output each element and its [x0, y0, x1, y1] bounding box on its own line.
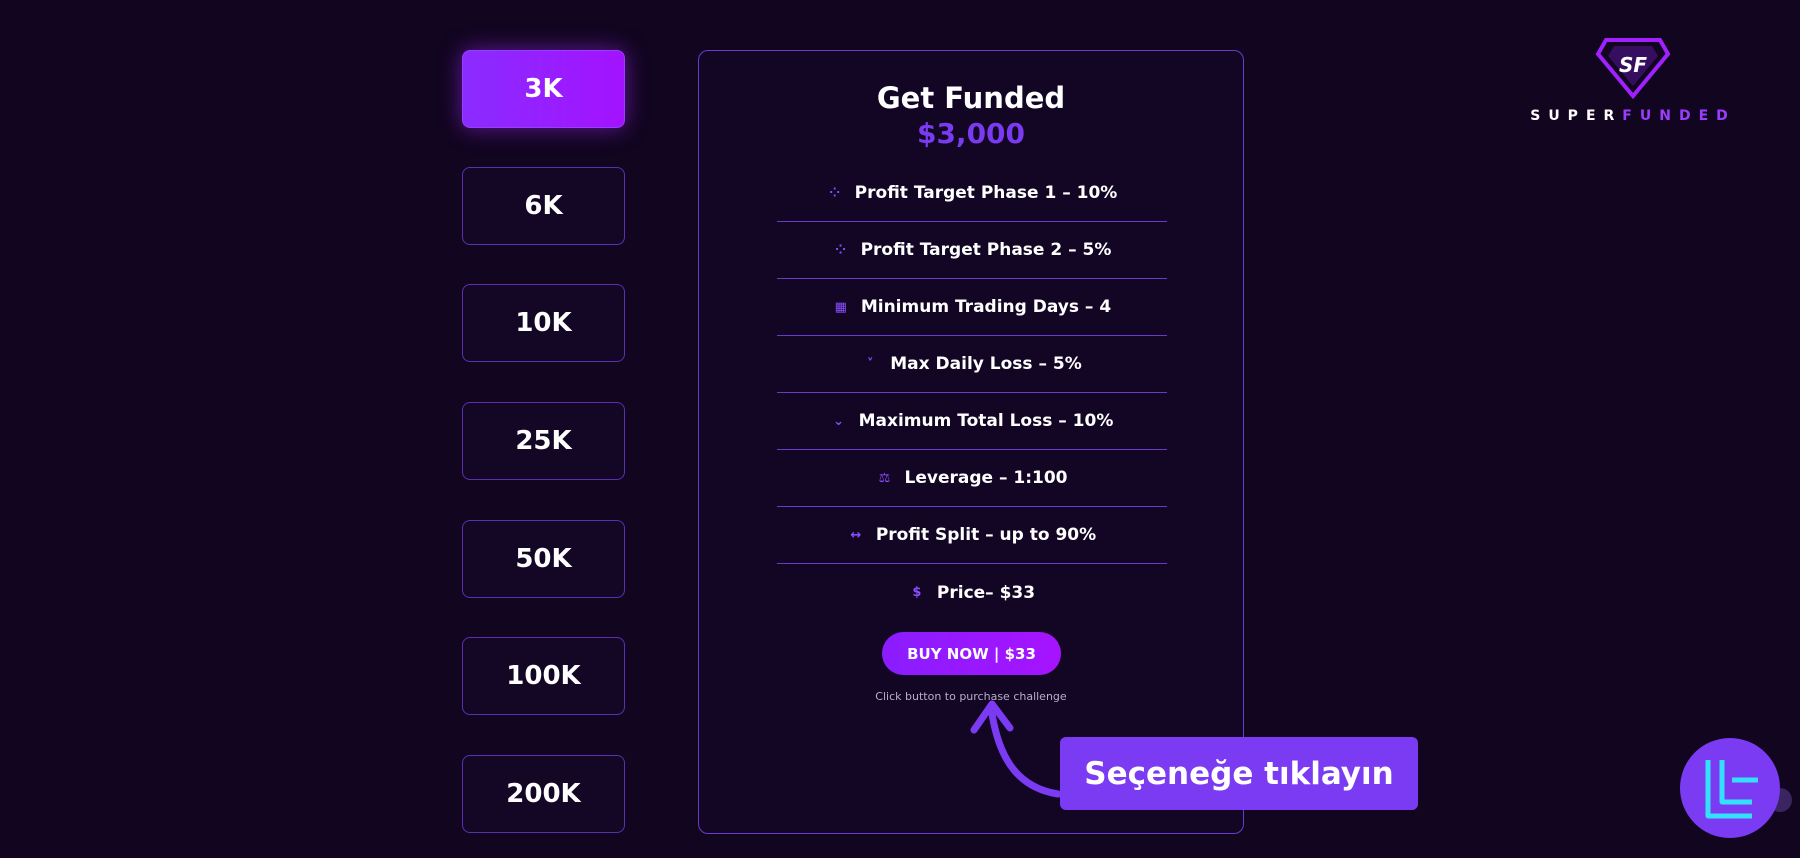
feature-item: ▦ Minimum Trading Days – 4: [777, 279, 1167, 336]
feature-text: Minimum Trading Days – 4: [860, 297, 1112, 317]
logo-word-funded: FUNDED: [1622, 108, 1736, 124]
tier-button-3k[interactable]: 3K: [462, 50, 625, 128]
feature-item: ⁘ Profit Target Phase 1 – 10%: [777, 165, 1167, 222]
tier-button-100k[interactable]: 100K: [462, 637, 625, 715]
pointer-arrow-icon: [970, 700, 1062, 798]
logo-wordmark: SUPERFUNDED: [1506, 108, 1760, 124]
tier-button-6k[interactable]: 6K: [462, 167, 625, 245]
card-title: Get Funded: [876, 81, 1066, 115]
compress-icon: ⁘: [829, 185, 841, 201]
feature-text: Profit Target Phase 2 – 5%: [860, 240, 1112, 260]
buy-now-button[interactable]: BUY NOW | $33: [882, 632, 1061, 675]
logo-mark: SF: [1619, 53, 1647, 77]
arrows-horizontal-icon: ↔: [850, 527, 862, 543]
feature-item: ↔ Profit Split – up to 90%: [777, 507, 1167, 564]
feature-text: Leverage – 1:100: [904, 468, 1068, 488]
brand-badge-icon: [1680, 738, 1792, 838]
dollar-icon: $: [912, 585, 922, 600]
feature-item: ⚖ Leverage – 1:100: [777, 450, 1167, 507]
feature-text: Maximum Total Loss – 10%: [858, 411, 1114, 431]
calendar-icon: ▦: [834, 299, 847, 315]
tier-button-50k[interactable]: 50K: [462, 520, 625, 598]
feature-item: ⁘ Profit Target Phase 2 – 5%: [777, 222, 1167, 279]
tier-button-200k[interactable]: 200K: [462, 755, 625, 833]
tier-button-10k[interactable]: 10K: [462, 284, 625, 362]
feature-text: Price– $33: [936, 582, 1036, 603]
compress-icon: ⁘: [835, 242, 847, 258]
feature-item: ˅ Max Daily Loss – 5%: [777, 336, 1167, 393]
feature-text: Profit Target Phase 1 – 10%: [854, 183, 1118, 203]
chevron-down-icon: ˅: [867, 356, 874, 372]
logo-word-super: SUPER: [1530, 108, 1623, 124]
feature-item: $ Price– $33: [777, 564, 1167, 621]
feature-list: ⁘ Profit Target Phase 1 – 10% ⁘ Profit T…: [777, 165, 1167, 621]
feature-text: Max Daily Loss – 5%: [890, 354, 1082, 374]
feature-text: Profit Split – up to 90%: [875, 525, 1097, 545]
superfunded-logo: SF SUPERFUNDED: [1506, 38, 1760, 128]
tier-button-25k[interactable]: 25K: [462, 402, 625, 480]
shield-logo-icon: SF: [1595, 38, 1671, 100]
card-amount: $3,000: [916, 117, 1026, 150]
double-chevron-down-icon: ⌄: [833, 413, 845, 429]
callout-label: Seçeneğe tıklayın: [1060, 737, 1418, 810]
feature-item: ⌄ Maximum Total Loss – 10%: [777, 393, 1167, 450]
scale-icon: ⚖: [878, 470, 891, 486]
